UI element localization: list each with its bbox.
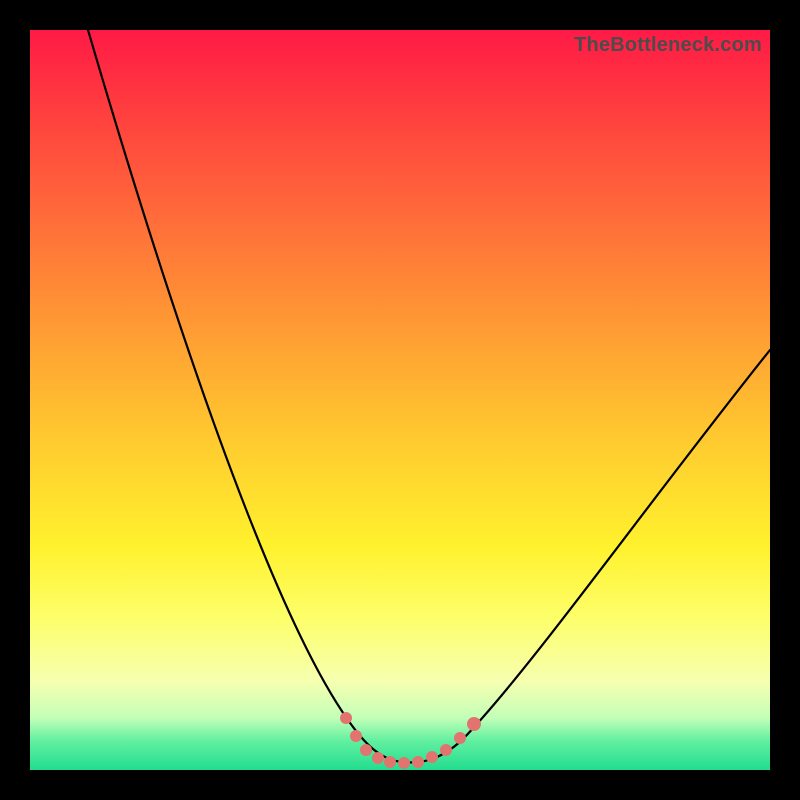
dot-0 [340, 712, 352, 724]
plot-area: TheBottleneck.com [30, 30, 770, 770]
dot-cluster [340, 712, 481, 769]
dot-10 [467, 717, 481, 731]
dot-7 [426, 751, 438, 763]
bottleneck-curve [88, 30, 770, 762]
dot-5 [398, 757, 410, 769]
dot-1 [350, 730, 362, 742]
dot-4 [384, 756, 396, 768]
dot-8 [440, 744, 452, 756]
chart-frame: TheBottleneck.com [0, 0, 800, 800]
dot-6 [412, 756, 424, 768]
watermark-text: TheBottleneck.com [574, 34, 762, 57]
dot-3 [372, 752, 384, 764]
dot-2 [360, 744, 372, 756]
chart-svg [30, 30, 770, 770]
dot-9 [454, 732, 466, 744]
